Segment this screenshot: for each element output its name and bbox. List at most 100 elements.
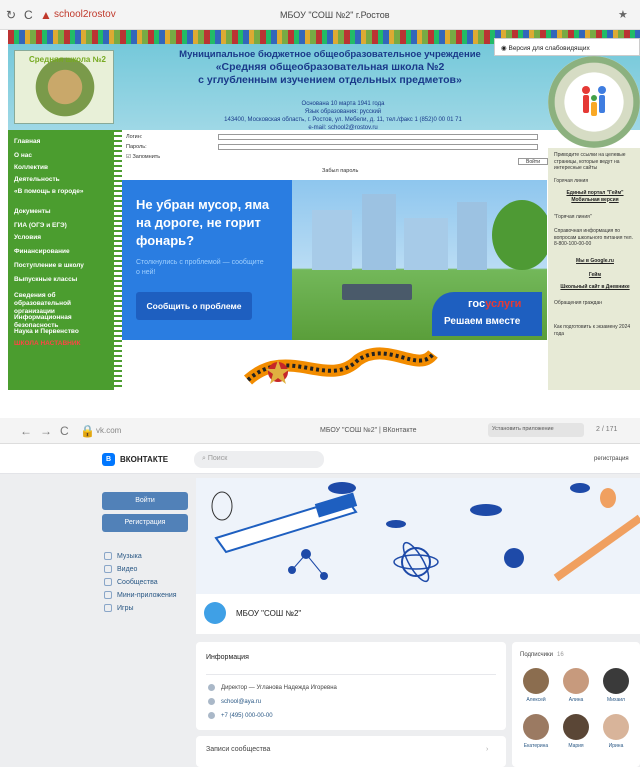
member-item[interactable]: Ирина bbox=[598, 714, 634, 749]
report-problem-button[interactable]: Сообщить о проблеме bbox=[136, 292, 252, 320]
reload-icon[interactable]: C bbox=[60, 424, 69, 438]
school-logo-label: Средняя школа №2 bbox=[29, 55, 106, 64]
right-panel-link[interactable]: Школьный сайт в Дневнике bbox=[554, 284, 636, 291]
sidebar-item[interactable]: Финансирование bbox=[14, 248, 110, 256]
menu-item-icon bbox=[104, 552, 112, 560]
sidebar-item[interactable]: Главная bbox=[14, 138, 110, 146]
menu-item-label: Игры bbox=[117, 604, 134, 612]
posts-header: Записи сообщества bbox=[206, 746, 271, 753]
tab-counter: 2 / 171 bbox=[596, 426, 618, 433]
members-title: Подписчики bbox=[520, 652, 554, 658]
vk-menu-item[interactable]: Игры bbox=[104, 604, 134, 612]
sidebar-item[interactable]: О нас bbox=[14, 152, 110, 160]
vk-menu-item[interactable]: Мини-приложения bbox=[104, 591, 177, 599]
login-input[interactable] bbox=[218, 134, 538, 140]
school-site-screenshot: ↻ C ▲ school2rostov МБОУ "СОШ №2" г.Рост… bbox=[0, 0, 640, 390]
member-item[interactable]: Алексей bbox=[518, 668, 554, 703]
chevron-right-icon: › bbox=[486, 746, 489, 753]
member-name: Михаил bbox=[607, 697, 625, 703]
info-row[interactable]: +7 (495) 000-00-00 bbox=[208, 712, 273, 719]
forgot-password-link[interactable]: Забыл пароль bbox=[322, 168, 358, 174]
banner-headline: Не убран мусор, яма на дороге, не горит … bbox=[136, 197, 270, 248]
tab-title: МБОУ "СОШ №2" г.Ростов bbox=[280, 10, 390, 20]
group-posts-card[interactable]: Записи сообщества › bbox=[196, 736, 506, 767]
sidebar-item[interactable]: Наука и Первенство bbox=[14, 328, 110, 336]
menu-item-icon bbox=[104, 565, 112, 573]
member-item[interactable]: Мария bbox=[558, 714, 594, 749]
address-bar[interactable]: vk.com bbox=[96, 426, 121, 435]
school-name-line: «Средняя общеобразовательная школа №2 bbox=[215, 61, 445, 73]
install-app-button[interactable]: Установить приложение bbox=[488, 423, 584, 437]
st-george-ribbon-image bbox=[243, 347, 438, 385]
vk-screenshot: ← → C 🔒 vk.com МБОУ "СОШ №2" | ВКонтакте… bbox=[0, 418, 640, 767]
low-vision-button[interactable]: ◉ Версия для слабовидящих bbox=[494, 38, 640, 56]
member-item[interactable]: Михаил bbox=[598, 668, 634, 703]
sidebar-item[interactable]: Сведения об образовательной организации bbox=[14, 292, 110, 316]
member-avatar bbox=[603, 714, 629, 740]
gosuslugi-banner[interactable]: Не убран мусор, яма на дороге, не горит … bbox=[122, 180, 547, 340]
member-avatar bbox=[563, 668, 589, 694]
star-icon[interactable]: ★ bbox=[618, 8, 628, 21]
members-count: 16 bbox=[557, 652, 564, 658]
login-button[interactable]: Войти bbox=[102, 492, 188, 510]
vk-logo-text[interactable]: ВКОНТАКТЕ bbox=[120, 455, 168, 464]
menu-item-icon bbox=[104, 578, 112, 586]
member-name: Мария bbox=[568, 743, 584, 749]
vk-menu-item[interactable]: Видео bbox=[104, 565, 137, 573]
menu-item-icon bbox=[104, 591, 112, 599]
warning-icon: ▲ bbox=[40, 8, 52, 22]
right-info-panel: Приводите ссылки на целевые страницы, ко… bbox=[548, 148, 640, 390]
banner-subtext: Столкнулись с проблемой — сообщите о ней… bbox=[136, 259, 264, 276]
sidebar-item[interactable]: Выпускные классы bbox=[14, 276, 110, 284]
right-panel-link[interactable]: Гейм bbox=[554, 272, 636, 279]
search-input[interactable]: ⌕ Поиск bbox=[194, 451, 324, 468]
group-profile-bar: МБОУ "СОШ №2" bbox=[196, 594, 640, 634]
info-header: Информация bbox=[206, 654, 249, 661]
sidebar-item[interactable]: Деятельность bbox=[14, 176, 110, 184]
members-header[interactable]: Подписчики 16 bbox=[520, 652, 564, 658]
register-link[interactable]: регистрация bbox=[594, 456, 629, 462]
member-name: Алина bbox=[568, 697, 584, 703]
sidebar-item[interactable]: «В помощь в городе» bbox=[14, 188, 110, 196]
search-placeholder: Поиск bbox=[207, 455, 228, 462]
vk-menu-item[interactable]: Музыка bbox=[104, 552, 142, 560]
vk-menu-item[interactable]: Сообщества bbox=[104, 578, 158, 586]
member-item[interactable]: Алина bbox=[558, 668, 594, 703]
right-panel-text: Приводите ссылки на целевые страницы, ко… bbox=[554, 152, 626, 171]
family-emblem bbox=[548, 56, 640, 148]
member-avatar bbox=[523, 668, 549, 694]
right-panel-link[interactable]: Мы в Google.ru bbox=[554, 258, 636, 265]
remember-label: Запомнить bbox=[132, 154, 161, 160]
menu-item-icon bbox=[104, 604, 112, 612]
sidebar-item[interactable]: ШКОЛА НАСТАВНИК bbox=[14, 340, 110, 348]
info-line: Язык образования: русский bbox=[304, 109, 382, 115]
right-panel-link[interactable]: Единый портал "Гейм" Мобильная версия bbox=[554, 190, 636, 203]
sidebar-item[interactable]: Поступление в школу bbox=[14, 262, 110, 270]
info-line: Основана 10 марта 1941 года bbox=[301, 101, 385, 107]
address-bar[interactable]: school2rostov bbox=[54, 9, 116, 20]
back-icon[interactable]: ← bbox=[20, 424, 32, 438]
password-input[interactable] bbox=[218, 144, 538, 150]
person-icon bbox=[208, 684, 215, 691]
signup-button[interactable]: Регистрация bbox=[102, 514, 188, 532]
sidebar-item[interactable]: Условия bbox=[14, 234, 110, 242]
info-row[interactable]: school@aya.ru bbox=[208, 698, 261, 705]
group-avatar[interactable] bbox=[204, 602, 226, 624]
vk-logo-icon[interactable]: В bbox=[102, 453, 115, 466]
school-name: Муниципальное бюджетное общеобразователь… bbox=[120, 48, 540, 87]
refresh-icon[interactable]: ↻ bbox=[6, 8, 16, 22]
sidebar-item[interactable]: Документы bbox=[14, 208, 110, 216]
remember-checkbox[interactable]: ☑ Запомнить bbox=[126, 154, 160, 160]
reload-icon[interactable]: C bbox=[24, 8, 33, 22]
site-sidebar: Главная О нас Коллектив Деятельность «В помо… bbox=[8, 130, 114, 390]
sidebar-item[interactable]: ГИА (ОГЭ и ЕГЭ) bbox=[14, 222, 110, 230]
info-row-text: +7 (495) 000-00-00 bbox=[221, 713, 273, 720]
password-label: Пароль: bbox=[126, 144, 147, 150]
login-submit-button[interactable]: Войти bbox=[518, 158, 548, 165]
forward-icon[interactable]: → bbox=[40, 424, 52, 438]
sidebar-item[interactable]: Коллектив bbox=[14, 164, 110, 172]
member-avatar bbox=[523, 714, 549, 740]
login-form: Логин: Пароль: ☑ Запомнить Войти Забыл п… bbox=[122, 132, 548, 176]
member-item[interactable]: Екатерина bbox=[518, 714, 554, 749]
school-site: Средняя школа №2 Муниципальное бюджетное… bbox=[8, 30, 640, 390]
